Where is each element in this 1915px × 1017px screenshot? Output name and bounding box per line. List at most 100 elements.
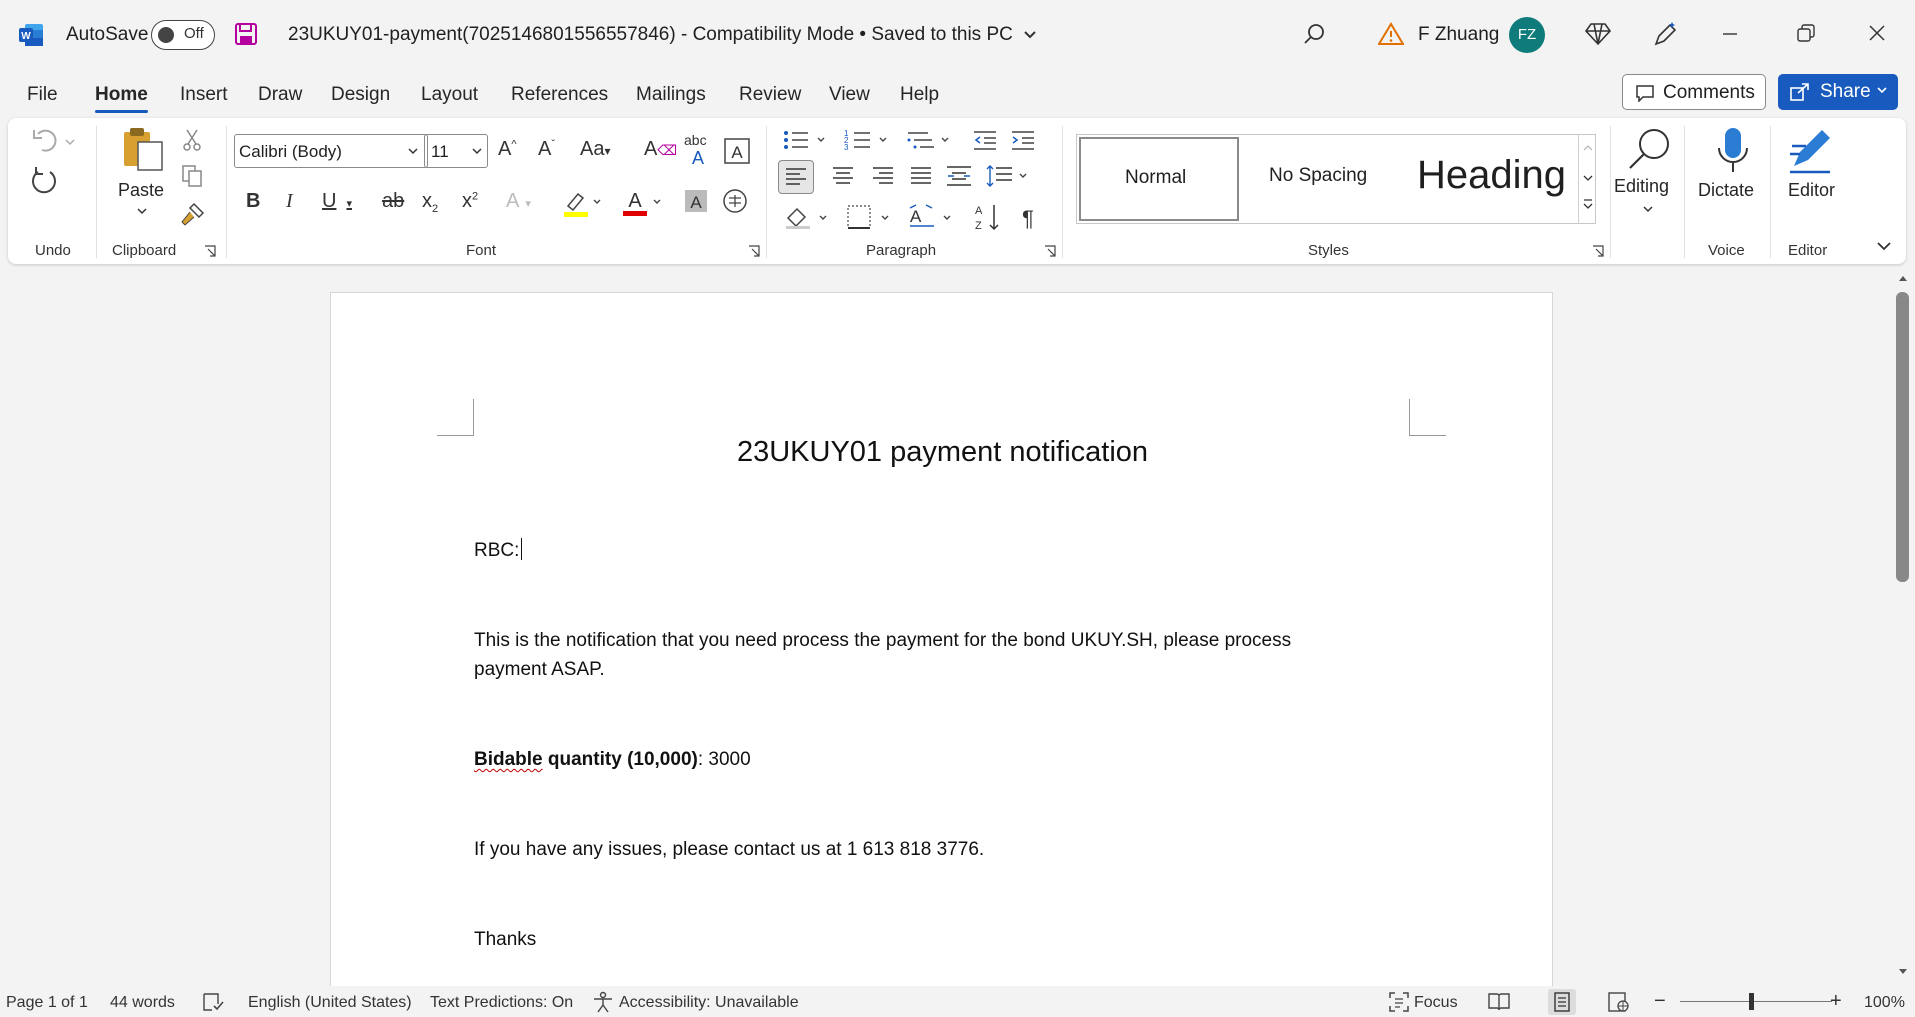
style-normal[interactable]: Normal (1079, 137, 1239, 221)
font-name-dropdown[interactable]: Calibri (Body) (234, 134, 428, 168)
justify-icon[interactable] (910, 166, 932, 186)
sort-icon[interactable]: AZ (974, 202, 1004, 232)
restore-icon[interactable] (1797, 22, 1815, 46)
autosave-toggle[interactable]: Off (151, 20, 215, 50)
decrease-indent-icon[interactable] (972, 128, 998, 152)
zoom-level[interactable]: 100% (1864, 994, 1905, 1012)
tab-design[interactable]: Design (331, 84, 390, 106)
editing-label[interactable]: Editing (1614, 176, 1669, 197)
font-size-dropdown[interactable]: 11 (424, 134, 488, 168)
dictate-label[interactable]: Dictate (1698, 180, 1754, 201)
chevron-down-icon[interactable] (136, 206, 148, 216)
focus-icon[interactable] (1388, 991, 1410, 1013)
microphone-icon[interactable] (1716, 126, 1750, 176)
text-effects-icon[interactable]: A ▾ (506, 190, 531, 213)
character-border-icon[interactable]: A (724, 138, 750, 164)
clear-formatting-icon[interactable]: A⌫ (644, 138, 677, 161)
avatar[interactable]: FZ (1509, 17, 1545, 53)
diamond-icon[interactable] (1585, 22, 1611, 46)
scroll-down-icon[interactable] (1898, 968, 1908, 976)
designer-pen-icon[interactable] (1652, 20, 1678, 48)
show-formatting-icon[interactable]: ¶ (1022, 206, 1034, 232)
editing-search-icon[interactable] (1624, 126, 1674, 172)
document-page[interactable]: 23UKUY01 payment notification RBC: This … (330, 292, 1553, 986)
styles-scroll[interactable] (1578, 134, 1597, 224)
tab-references[interactable]: References (511, 84, 608, 106)
spellcheck-word[interactable]: Bidable (474, 749, 543, 770)
language-status[interactable]: English (United States) (248, 994, 412, 1012)
character-shading-icon[interactable]: A (684, 188, 708, 214)
text-direction-icon[interactable]: A (908, 204, 954, 230)
strikethrough-button[interactable]: ab (382, 190, 404, 213)
grow-font-icon[interactable]: A^ (498, 138, 517, 161)
read-mode-icon[interactable] (1488, 992, 1510, 1012)
format-painter-icon[interactable] (180, 202, 206, 226)
warning-icon[interactable] (1378, 22, 1404, 46)
editor-pen-icon[interactable] (1786, 126, 1834, 176)
highlight-color-icon[interactable] (562, 188, 602, 218)
collapse-ribbon-icon[interactable] (1876, 240, 1892, 252)
paste-icon[interactable] (120, 126, 168, 174)
underline-button[interactable]: U ▾ (322, 190, 352, 213)
tab-help[interactable]: Help (900, 84, 939, 106)
tab-home[interactable]: Home (95, 84, 148, 113)
document-title[interactable]: 23UKUY01-payment(7025146801556557846) - … (288, 24, 1036, 46)
increase-indent-icon[interactable] (1010, 128, 1036, 152)
bullets-icon[interactable] (782, 128, 828, 152)
undo-icon[interactable] (30, 126, 78, 156)
editor-label[interactable]: Editor (1788, 180, 1835, 201)
tab-insert[interactable]: Insert (180, 84, 228, 106)
scroll-up-icon[interactable] (1898, 274, 1908, 282)
font-color-icon[interactable]: A (622, 186, 662, 218)
launcher-icon[interactable] (748, 245, 760, 257)
zoom-slider-track[interactable] (1680, 1001, 1832, 1002)
numbering-icon[interactable]: 123 (844, 128, 890, 152)
text-predictions-status[interactable]: Text Predictions: On (430, 994, 573, 1012)
focus-label[interactable]: Focus (1414, 994, 1458, 1012)
cut-icon[interactable] (180, 128, 204, 152)
zoom-out-button[interactable]: − (1654, 990, 1666, 1013)
user-name[interactable]: F Zhuang (1418, 24, 1499, 46)
distributed-icon[interactable] (946, 164, 972, 188)
search-icon[interactable] (1302, 22, 1326, 46)
launcher-icon[interactable] (1044, 245, 1056, 257)
shading-icon[interactable] (784, 204, 830, 230)
share-button[interactable]: Share (1778, 74, 1898, 110)
align-left-button[interactable] (778, 160, 814, 194)
tab-view[interactable]: View (829, 84, 870, 106)
tab-layout[interactable]: Layout (421, 84, 478, 106)
style-heading[interactable]: Heading (1407, 135, 1577, 223)
save-icon[interactable] (234, 22, 258, 46)
close-icon[interactable] (1868, 22, 1886, 46)
align-center-icon[interactable] (832, 166, 854, 186)
launcher-icon[interactable] (204, 245, 216, 257)
multilevel-list-icon[interactable] (906, 128, 952, 152)
enclose-characters-icon[interactable] (722, 188, 748, 214)
minimize-icon[interactable] (1722, 22, 1738, 46)
vertical-scrollbar[interactable] (1895, 268, 1915, 986)
style-no-spacing[interactable]: No Spacing (1243, 135, 1405, 223)
zoom-in-button[interactable]: + (1830, 990, 1842, 1013)
tab-mailings[interactable]: Mailings (636, 84, 706, 106)
italic-button[interactable]: I (286, 190, 293, 213)
redo-icon[interactable] (28, 164, 60, 196)
accessibility-status[interactable]: Accessibility: Unavailable (619, 994, 799, 1012)
subscript-button[interactable]: x2 (422, 190, 438, 215)
proofing-icon[interactable] (202, 992, 224, 1012)
launcher-icon[interactable] (1592, 245, 1604, 257)
scrollbar-thumb[interactable] (1896, 292, 1909, 582)
change-case-icon[interactable]: Aa▾ (580, 138, 611, 161)
copy-icon[interactable] (180, 164, 204, 188)
align-right-icon[interactable] (872, 166, 894, 186)
shrink-font-icon[interactable]: Aˇ (538, 138, 555, 161)
comments-button[interactable]: Comments (1622, 74, 1766, 110)
print-layout-button[interactable] (1548, 989, 1576, 1015)
tab-review[interactable]: Review (739, 84, 801, 106)
zoom-slider-thumb[interactable] (1749, 993, 1754, 1010)
line-spacing-icon[interactable] (986, 164, 1030, 188)
borders-icon[interactable] (846, 204, 892, 230)
tab-draw[interactable]: Draw (258, 84, 302, 106)
page-count[interactable]: Page 1 of 1 (6, 994, 88, 1012)
superscript-button[interactable]: x2 (462, 190, 478, 213)
chevron-down-icon[interactable] (1642, 204, 1654, 214)
